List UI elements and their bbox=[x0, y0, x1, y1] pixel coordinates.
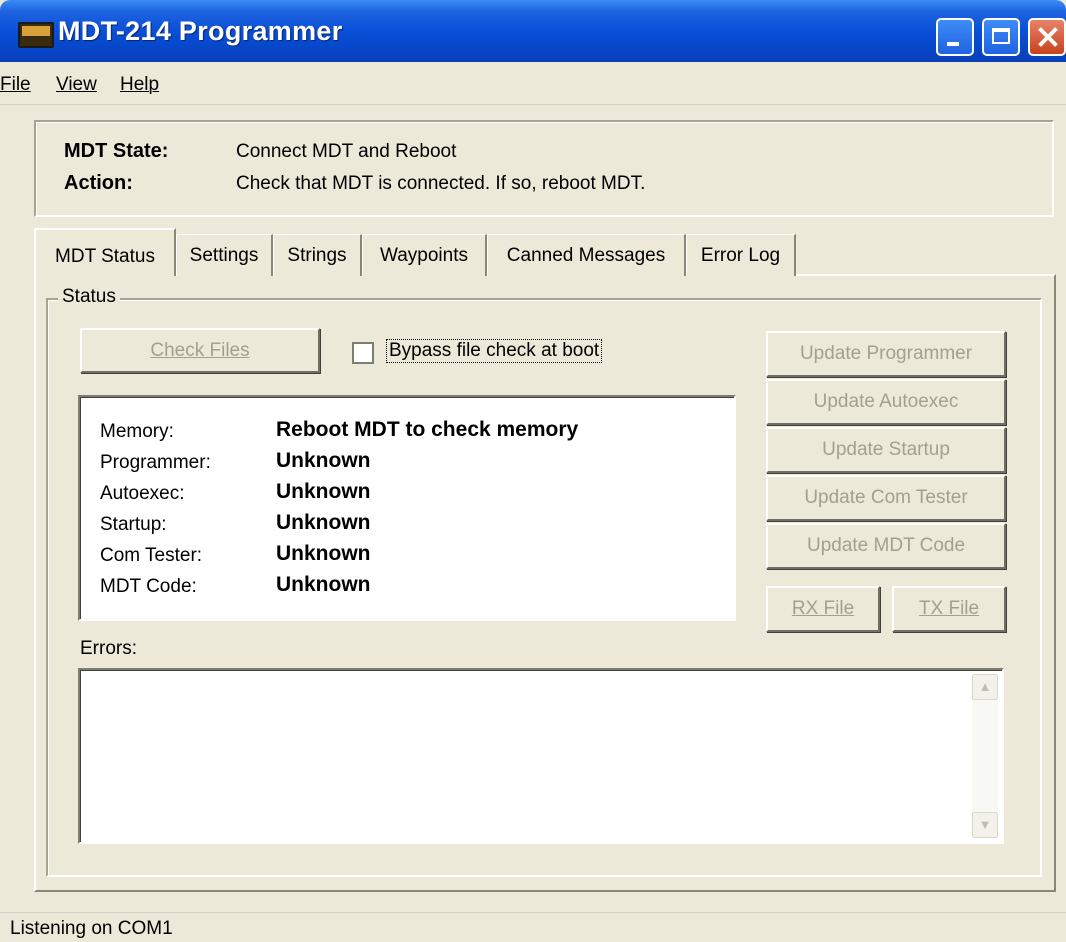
update-mdt-code-button[interactable]: Update MDT Code bbox=[766, 523, 1006, 569]
memory-label: Memory: bbox=[100, 421, 174, 442]
autoexec-label: Autoexec: bbox=[100, 483, 185, 504]
bypass-file-check-checkbox[interactable] bbox=[352, 342, 374, 364]
tab-settings[interactable]: Settings bbox=[176, 234, 273, 276]
rx-file-button[interactable]: RX File bbox=[766, 586, 880, 632]
update-autoexec-button[interactable]: Update Autoexec bbox=[766, 379, 1006, 425]
action-label: Action: bbox=[64, 172, 133, 194]
mdt-code-label: MDT Code: bbox=[100, 576, 197, 597]
errors-scrollbar[interactable]: ▲ ▼ bbox=[972, 674, 998, 838]
update-startup-button[interactable]: Update Startup bbox=[766, 427, 1006, 473]
action-value: Check that MDT is connected. If so, rebo… bbox=[236, 173, 646, 194]
close-button[interactable] bbox=[1028, 18, 1066, 56]
minimize-button[interactable] bbox=[936, 18, 974, 56]
startup-label: Startup: bbox=[100, 514, 167, 535]
tab-error-log[interactable]: Error Log bbox=[686, 234, 796, 276]
startup-value: Unknown bbox=[276, 511, 371, 534]
status-text: Listening on COM1 bbox=[10, 918, 173, 939]
maximize-button[interactable] bbox=[982, 18, 1020, 56]
tab-mdt-status[interactable]: MDT Status bbox=[34, 228, 176, 276]
terminal-icon bbox=[18, 22, 54, 48]
app-window: MDT-214 Programmer File View Help MDT St… bbox=[0, 0, 1066, 942]
errors-label: Errors: bbox=[80, 638, 137, 659]
programmer-label: Programmer: bbox=[100, 452, 211, 473]
autoexec-value: Unknown bbox=[276, 480, 371, 503]
mdt-code-value: Unknown bbox=[276, 573, 371, 596]
errors-textbox[interactable]: ▲ ▼ bbox=[78, 668, 1004, 844]
scroll-down-icon[interactable]: ▼ bbox=[972, 812, 998, 838]
memory-value: Reboot MDT to check memory bbox=[276, 418, 579, 441]
state-panel: MDT State: Connect MDT and Reboot Action… bbox=[34, 120, 1054, 217]
update-programmer-button[interactable]: Update Programmer bbox=[766, 331, 1006, 377]
com-tester-value: Unknown bbox=[276, 542, 371, 565]
tab-waypoints[interactable]: Waypoints bbox=[362, 234, 487, 276]
bypass-file-check-label[interactable]: Bypass file check at boot bbox=[386, 339, 603, 363]
update-com-tester-button[interactable]: Update Com Tester bbox=[766, 475, 1006, 521]
check-files-button[interactable]: Check Files bbox=[80, 328, 320, 373]
window-title: MDT-214 Programmer bbox=[58, 16, 343, 46]
com-tester-label: Com Tester: bbox=[100, 545, 203, 566]
menu-bar: File View Help bbox=[0, 62, 1066, 105]
tab-strings[interactable]: Strings bbox=[273, 234, 362, 276]
mdt-state-label: MDT State: bbox=[64, 140, 169, 162]
title-bar[interactable]: MDT-214 Programmer bbox=[0, 0, 1066, 62]
tab-canned-messages[interactable]: Canned Messages bbox=[487, 234, 686, 276]
mdt-state-value: Connect MDT and Reboot bbox=[236, 141, 457, 162]
menu-view[interactable]: View bbox=[56, 74, 97, 96]
menu-file[interactable]: File bbox=[0, 74, 31, 96]
tx-file-button[interactable]: TX File bbox=[892, 586, 1006, 632]
scroll-up-icon[interactable]: ▲ bbox=[972, 674, 998, 700]
programmer-value: Unknown bbox=[276, 449, 371, 472]
status-group-label: Status bbox=[58, 286, 120, 308]
status-bar: Listening on COM1 bbox=[0, 912, 1066, 942]
menu-help[interactable]: Help bbox=[120, 74, 159, 96]
file-status-list: Memory: Reboot MDT to check memory Progr… bbox=[78, 395, 736, 621]
